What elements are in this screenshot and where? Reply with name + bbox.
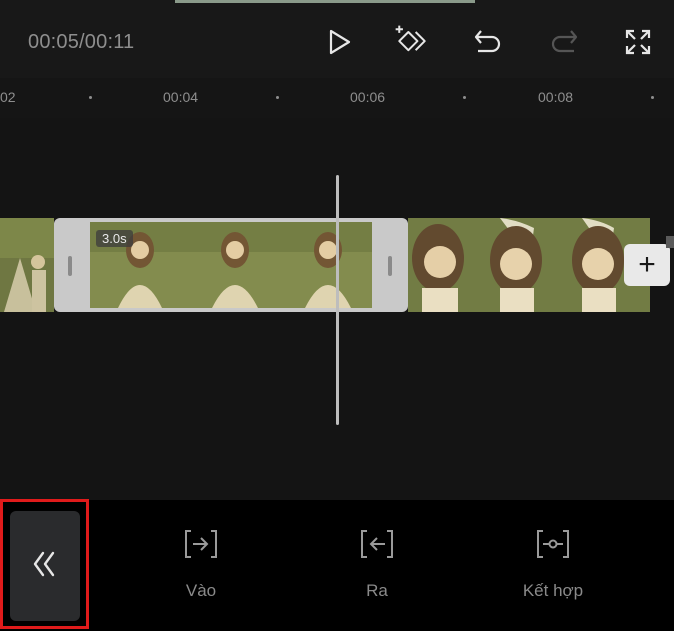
ruler-dot bbox=[651, 96, 654, 99]
ruler-dot bbox=[463, 96, 466, 99]
time-ruler[interactable]: 02 00:04 00:06 00:08 bbox=[0, 78, 674, 118]
tool-label: Vào bbox=[185, 581, 217, 600]
combine-icon bbox=[535, 528, 571, 565]
video-clip-right[interactable] bbox=[408, 218, 650, 312]
video-preview-edge bbox=[175, 0, 475, 3]
ruler-label: 00:08 bbox=[538, 89, 574, 105]
clip-right-handle[interactable] bbox=[388, 256, 392, 276]
tool-label: Ra bbox=[366, 581, 388, 600]
timecode: 00:05/00:11 bbox=[28, 31, 135, 53]
clip-thumbnail bbox=[408, 218, 650, 312]
undo-icon[interactable] bbox=[468, 22, 508, 62]
selected-video-clip[interactable]: 3.0s bbox=[54, 218, 408, 312]
player-bar: 00:05/00:11 bbox=[0, 0, 674, 78]
back-button[interactable] bbox=[10, 511, 80, 621]
trim-in-button[interactable]: Vào bbox=[146, 528, 256, 608]
tool-label: Kết hợp bbox=[522, 581, 584, 600]
combine-button[interactable]: Kết hợp bbox=[498, 528, 608, 608]
clip-left-handle[interactable] bbox=[68, 256, 72, 276]
ruler-label: 00:04 bbox=[163, 89, 199, 105]
redo-icon[interactable] bbox=[544, 22, 584, 62]
double-chevron-left-icon bbox=[31, 549, 59, 584]
play-icon[interactable] bbox=[318, 22, 358, 62]
add-keyframe-icon[interactable] bbox=[392, 22, 432, 62]
ruler-label: 00:06 bbox=[350, 89, 386, 105]
ruler-dot bbox=[276, 96, 279, 99]
trim-out-icon bbox=[359, 528, 395, 565]
add-clip-button[interactable]: + bbox=[624, 244, 670, 286]
ruler-label: 02 bbox=[0, 89, 16, 105]
playhead[interactable] bbox=[336, 175, 339, 425]
trim-out-button[interactable]: Ra bbox=[322, 528, 432, 608]
track-edge-marker bbox=[666, 236, 674, 248]
fullscreen-icon[interactable] bbox=[618, 22, 658, 62]
clip-duration-badge: 3.0s bbox=[96, 230, 133, 247]
clip-thumbnail bbox=[0, 218, 54, 312]
trim-in-icon bbox=[183, 528, 219, 565]
video-clip-left[interactable] bbox=[0, 218, 54, 312]
ruler-dot bbox=[89, 96, 92, 99]
